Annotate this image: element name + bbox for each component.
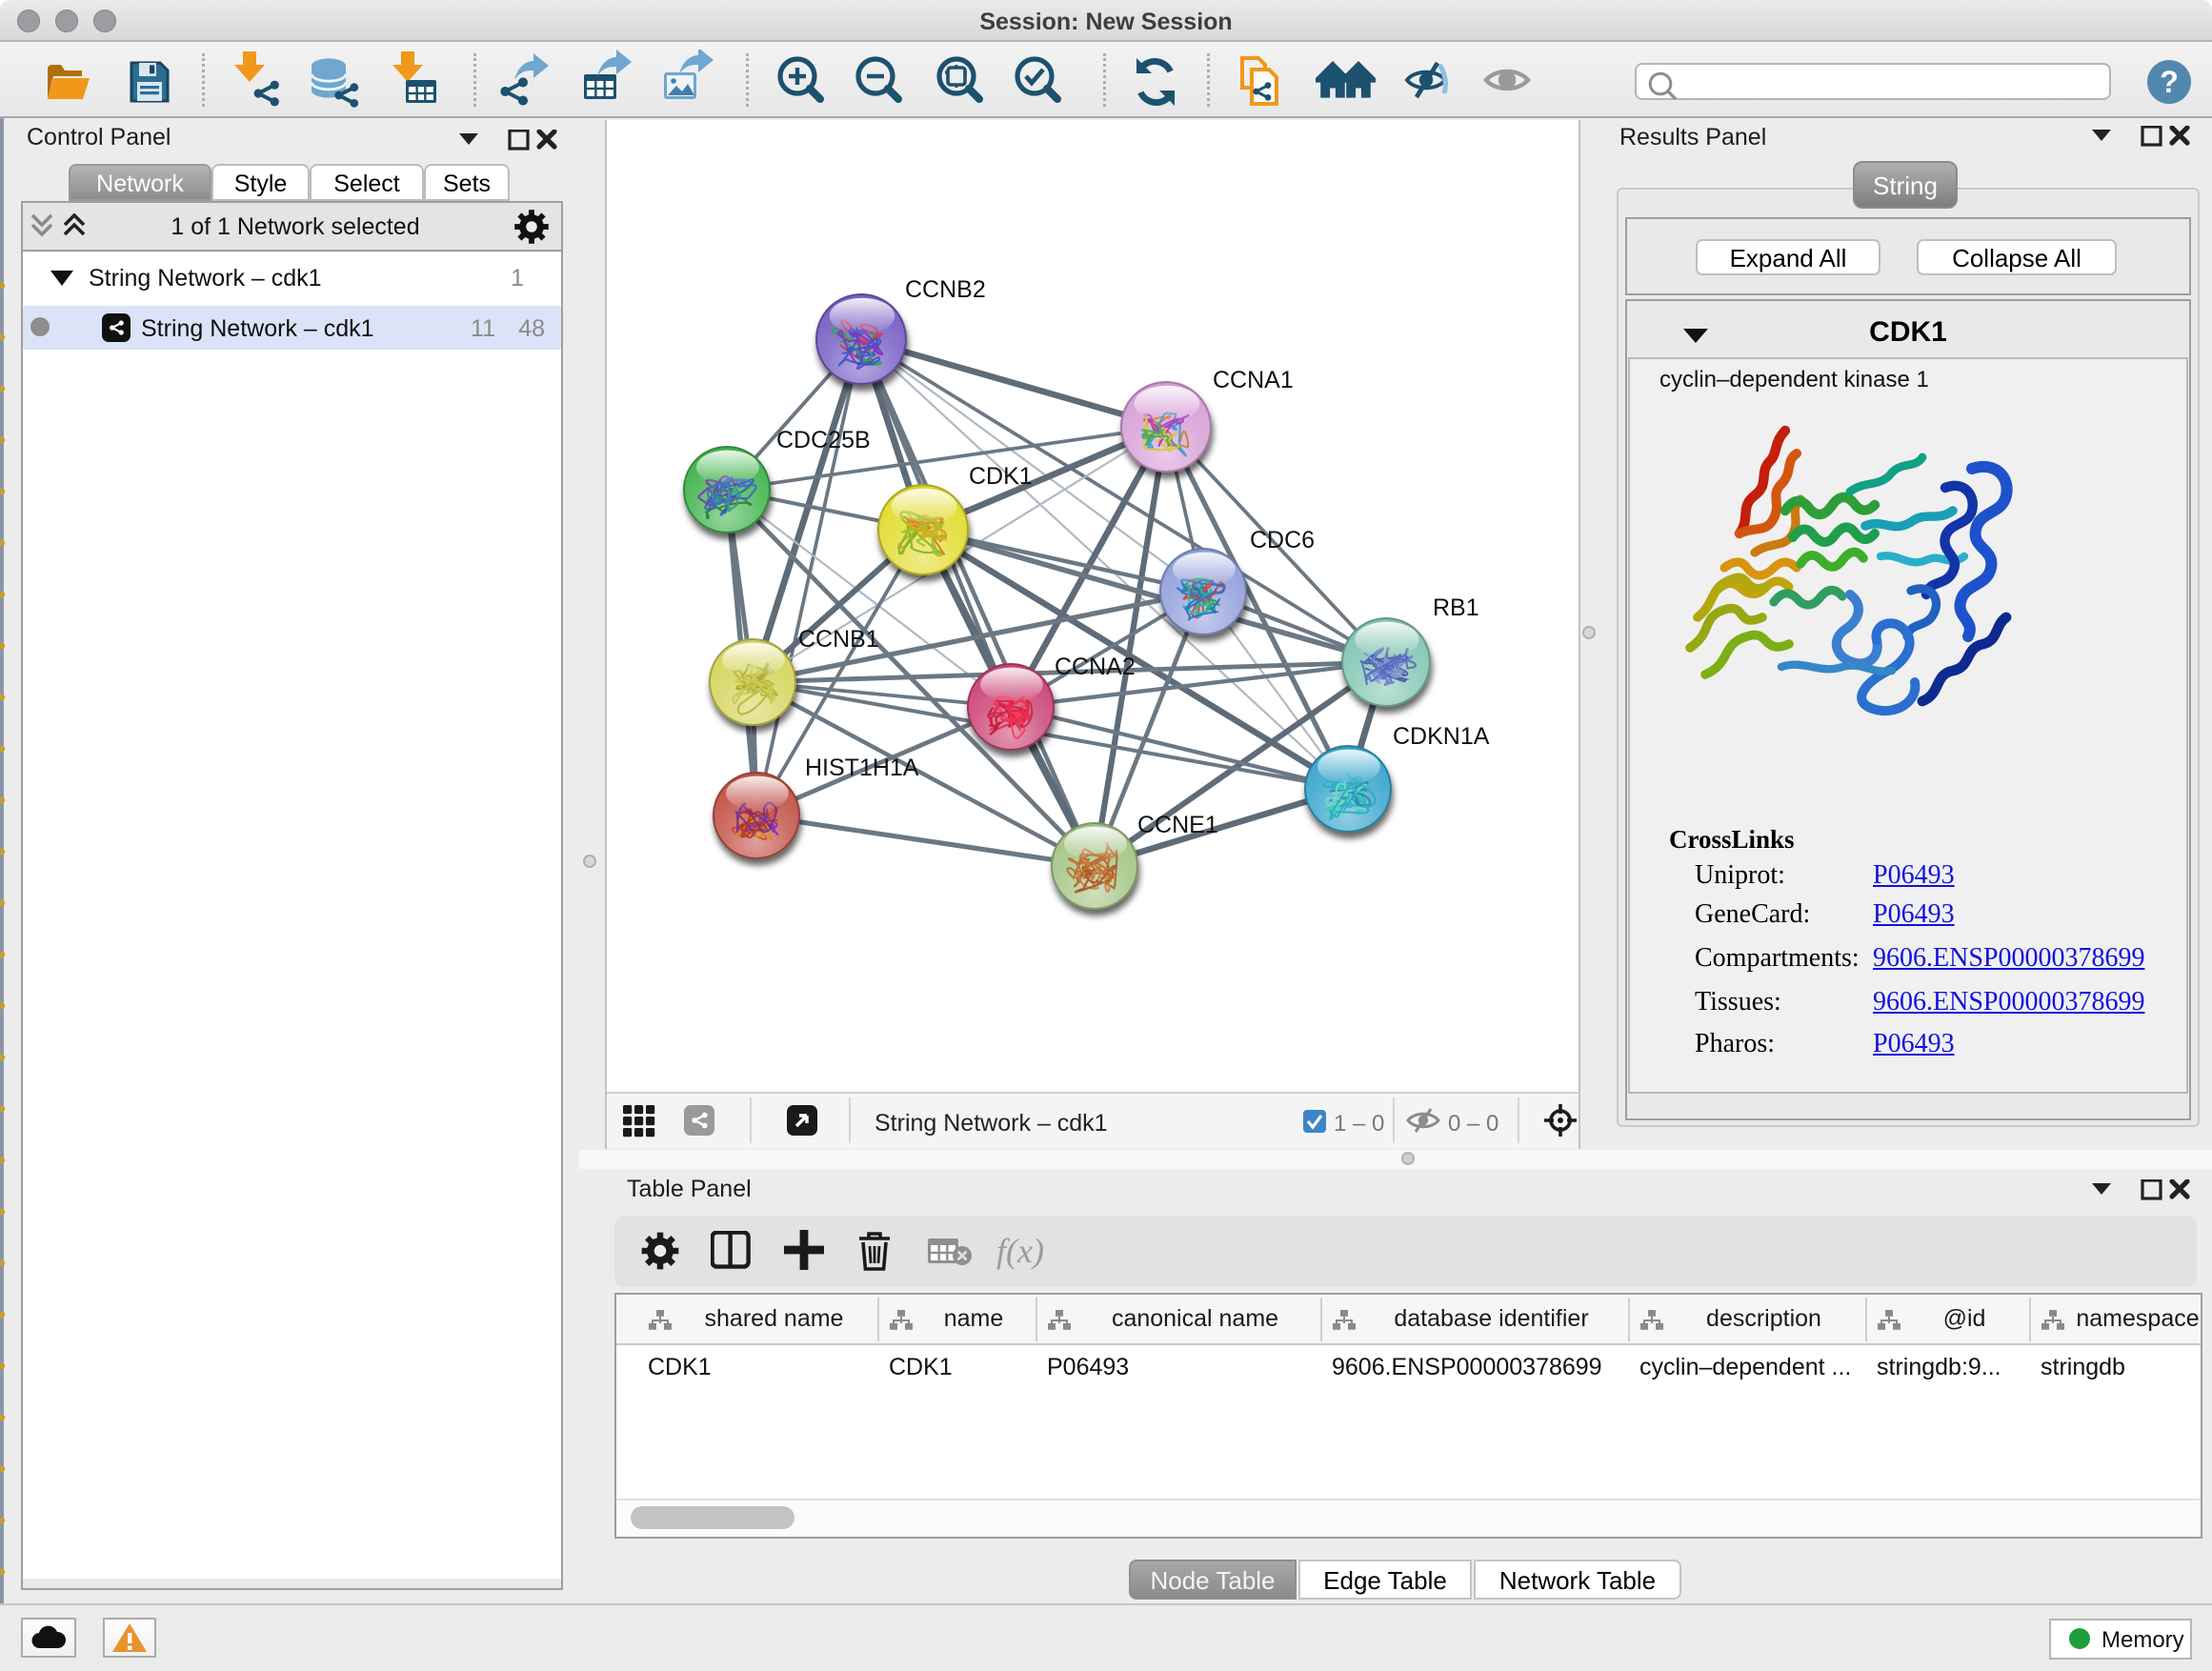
svg-text:CCNB2: CCNB2 (905, 276, 986, 303)
svg-text:HIST1H1A: HIST1H1A (805, 755, 919, 781)
svg-text:RB1: RB1 (1433, 594, 1479, 621)
svg-text:CDK1: CDK1 (969, 463, 1033, 490)
svg-text:CDC6: CDC6 (1250, 527, 1315, 554)
svg-text:CDKN1A: CDKN1A (1393, 723, 1490, 750)
svg-text:CCNA2: CCNA2 (1055, 654, 1136, 680)
svg-text:CDC25B: CDC25B (776, 427, 871, 453)
svg-text:CCNE1: CCNE1 (1137, 812, 1218, 838)
svg-text:CCNB1: CCNB1 (798, 626, 879, 653)
svg-text:CCNA1: CCNA1 (1213, 367, 1294, 393)
